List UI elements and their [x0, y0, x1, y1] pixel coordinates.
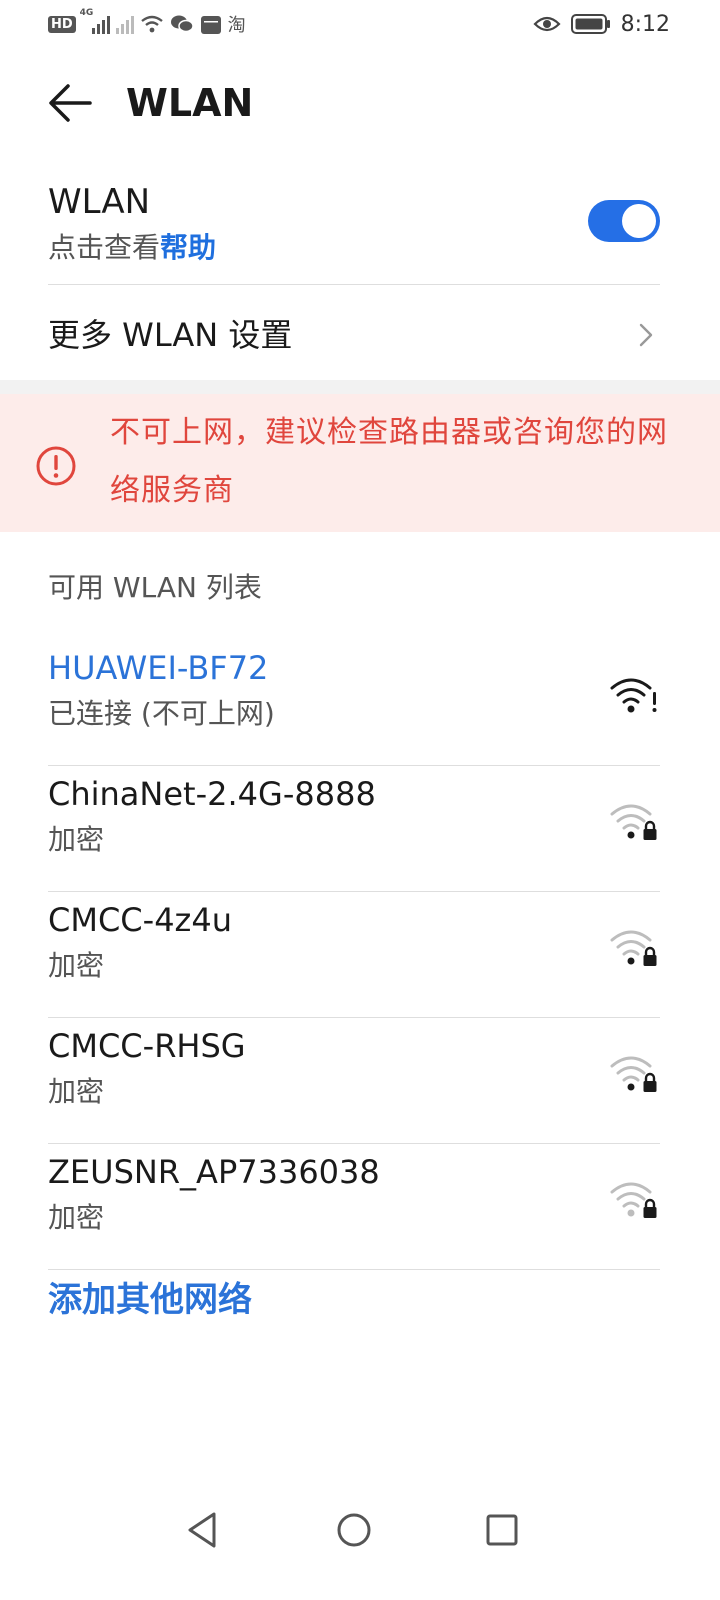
wifi-lock-icon: [610, 930, 657, 966]
wifi-lock-icon: [610, 1182, 657, 1218]
signal-4g-icon: 4G: [80, 8, 110, 34]
back-triangle-icon[interactable]: [178, 1506, 226, 1554]
wifi-lock-icon: [610, 1056, 657, 1092]
wlan-toggle-switch[interactable]: [588, 200, 660, 242]
divider: [48, 891, 660, 892]
network-status: 已连接 (不可上网): [48, 697, 275, 730]
add-other-network-link[interactable]: 添加其他网络: [48, 1276, 252, 1324]
divider: [48, 1017, 660, 1018]
system-nav-bar: [0, 1500, 720, 1560]
back-arrow-icon[interactable]: [44, 80, 96, 126]
status-icons-left: HD 4G 淘: [48, 8, 246, 40]
available-wlan-list-header: 可用 WLAN 列表: [48, 571, 262, 604]
network-item[interactable]: ChinaNet-2.4G-8888 加密: [48, 768, 660, 892]
network-status: 加密: [48, 949, 105, 982]
divider: [48, 1143, 660, 1144]
divider: [48, 765, 660, 766]
calendar-icon: [200, 16, 221, 34]
chevron-right-icon: [639, 323, 653, 347]
divider: [48, 1269, 660, 1270]
help-prefix: 点击查看: [48, 231, 161, 264]
signal-nosim-icon: [115, 14, 134, 34]
network-item[interactable]: ZEUSNR_AP7336038 加密: [48, 1146, 660, 1270]
alert-circle-icon: [36, 446, 76, 486]
network-name: CMCC-4z4u: [48, 901, 232, 939]
wechat-icon: [170, 15, 194, 33]
network-name: ZEUSNR_AP7336038: [48, 1153, 380, 1191]
divider: [48, 284, 660, 285]
page-title: WLAN: [126, 81, 254, 125]
wifi-lock-icon: [610, 804, 657, 840]
network-name: CMCC-RHSG: [48, 1027, 246, 1065]
hd-icon: HD: [48, 15, 76, 33]
section-separator: [0, 380, 720, 394]
recents-square-icon[interactable]: [478, 1506, 526, 1554]
more-wlan-settings-row[interactable]: 更多 WLAN 设置: [48, 312, 660, 358]
home-circle-icon[interactable]: [330, 1506, 378, 1554]
wlan-help-subtitle: 点击查看帮助: [48, 228, 216, 268]
wifi-status-icon: [140, 15, 163, 33]
eye-icon: [533, 16, 561, 32]
more-wlan-settings-label: 更多 WLAN 设置: [48, 316, 293, 354]
help-link[interactable]: 帮助: [160, 231, 216, 264]
taobao-icon: 淘: [227, 15, 246, 36]
status-time: 8:12: [620, 11, 670, 37]
network-status: 加密: [48, 1201, 105, 1234]
network-status: 加密: [48, 823, 105, 856]
network-status: 加密: [48, 1075, 105, 1108]
warning-text: 不可上网，建议检查路由器或咨询您的网络服务商: [110, 415, 668, 508]
battery-icon: [570, 14, 610, 34]
status-icons-right: 8:12: [533, 8, 670, 40]
toggle-knob: [622, 204, 656, 238]
status-bar: HD 4G 淘 8:12: [0, 0, 720, 50]
network-item[interactable]: CMCC-RHSG 加密: [48, 1020, 660, 1144]
network-name: ChinaNet-2.4G-8888: [48, 775, 376, 813]
wifi-alert-icon: [610, 678, 657, 713]
wlan-toggle-label: WLAN: [48, 182, 151, 222]
network-item[interactable]: HUAWEI-BF72 已连接 (不可上网): [48, 642, 660, 766]
network-item[interactable]: CMCC-4z4u 加密: [48, 894, 660, 1018]
network-name: HUAWEI-BF72: [48, 649, 269, 687]
